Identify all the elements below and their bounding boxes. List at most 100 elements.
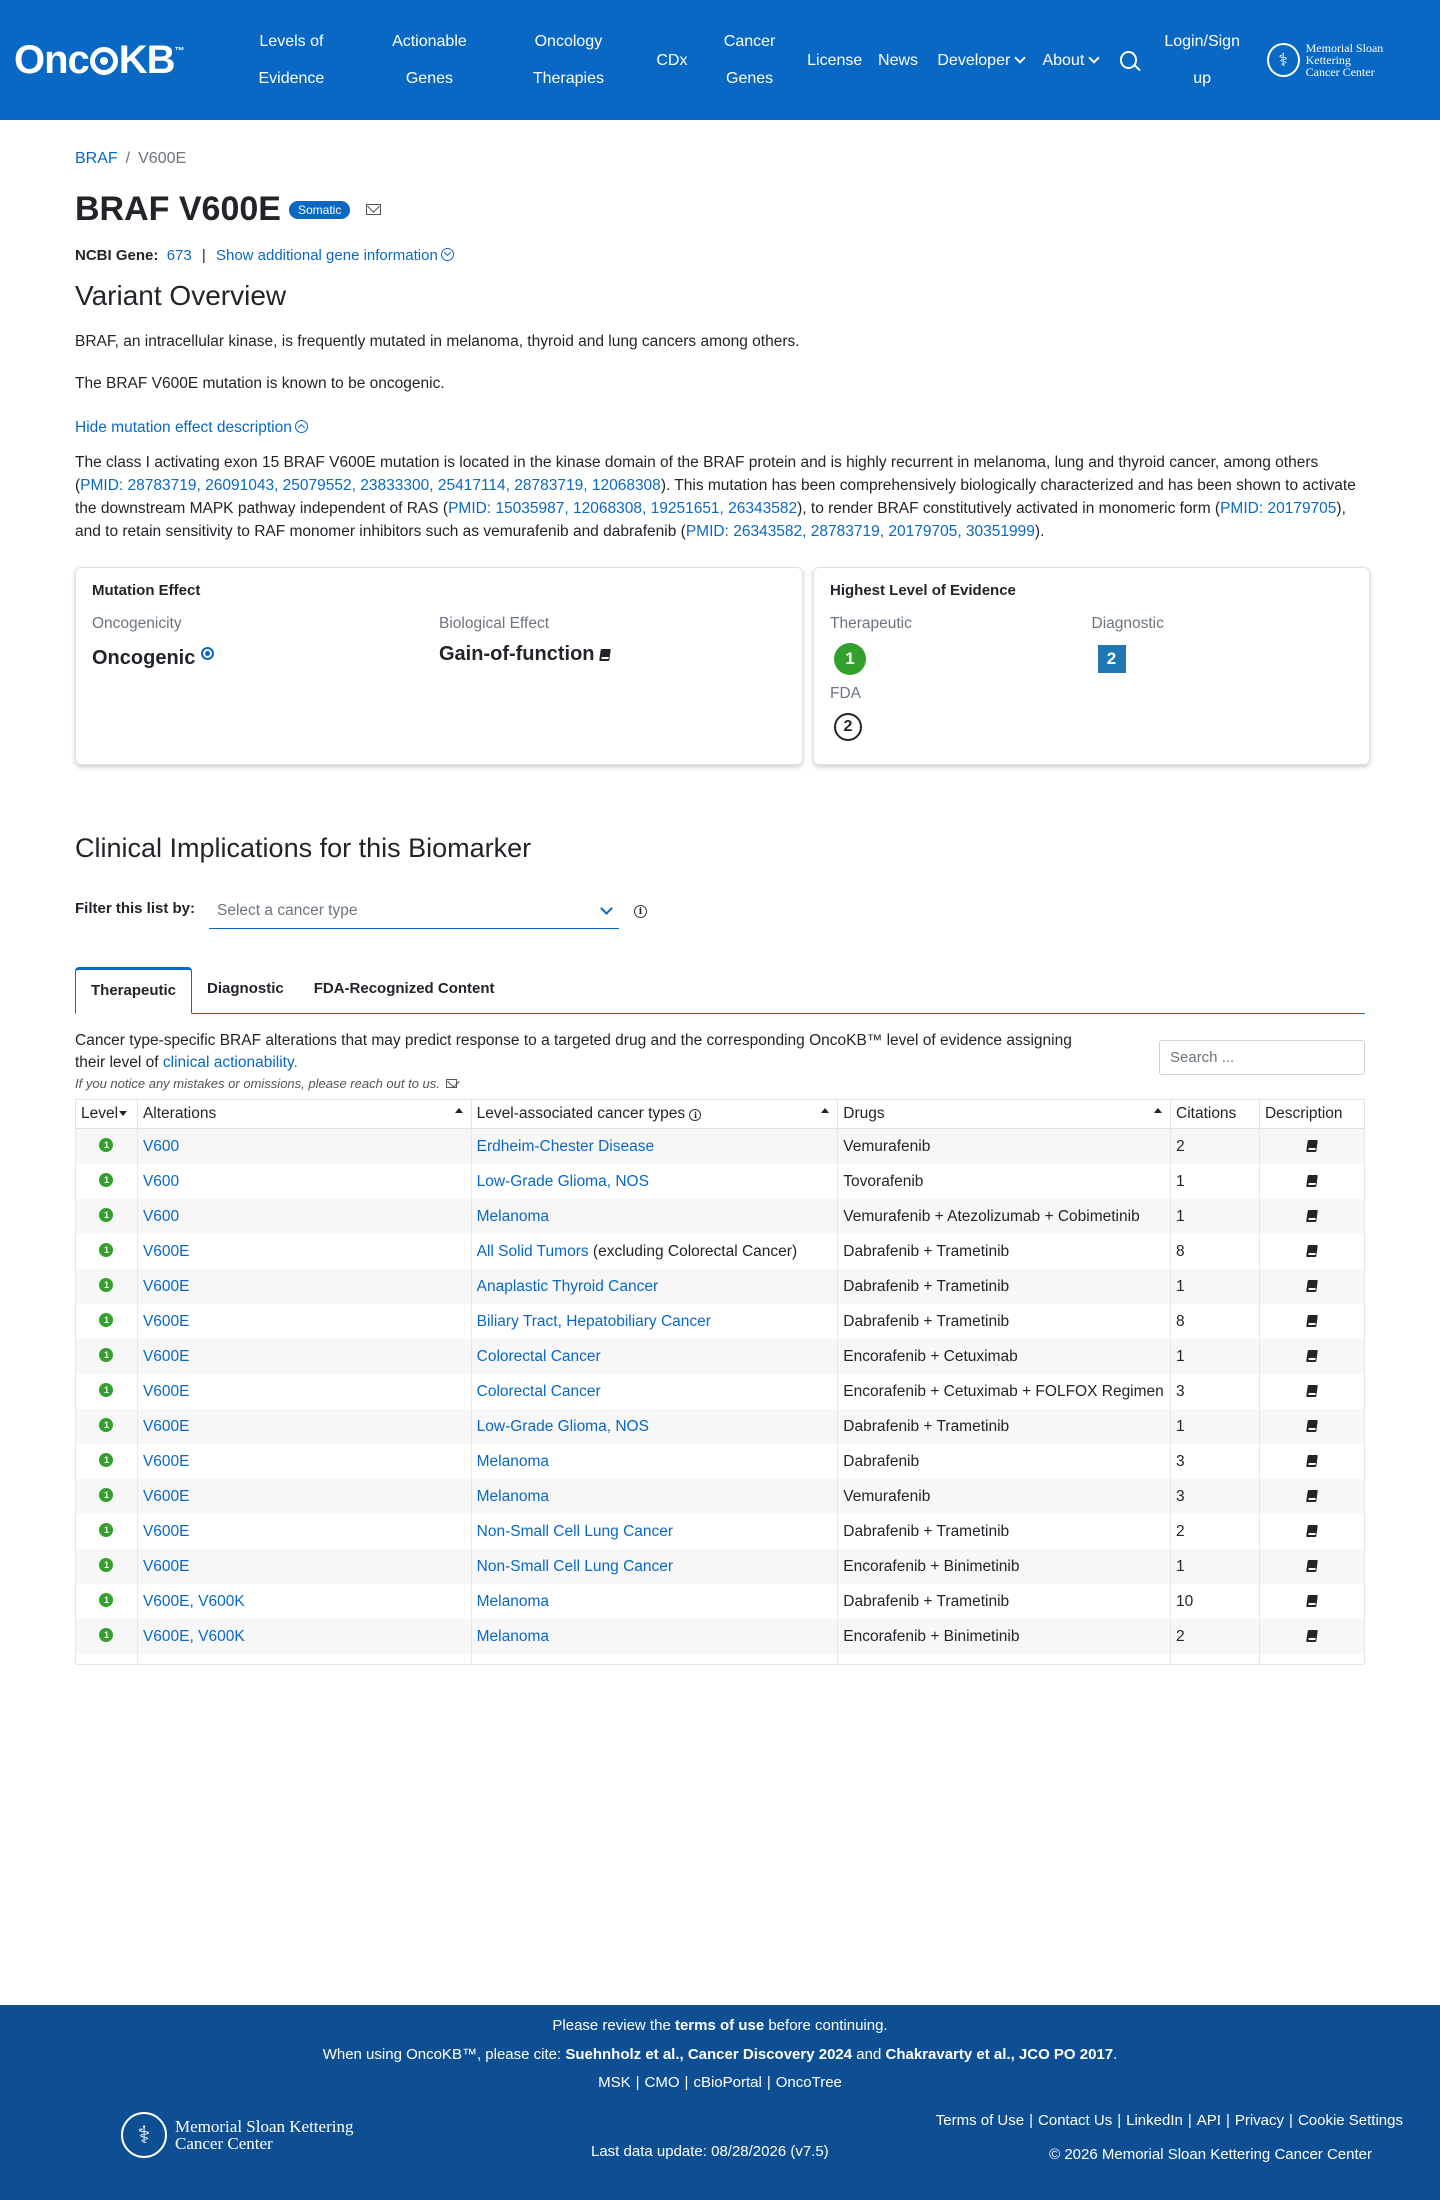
alteration-link[interactable]: V600E [143,1348,190,1365]
level-1-icon[interactable]: 1 [99,1558,114,1572]
book-icon[interactable] [1306,1175,1318,1187]
footer-link-cookie-settings[interactable]: Cookie Settings [1298,2112,1403,2129]
diagnostic-level-2-icon[interactable]: 2 [1097,645,1126,673]
citations-cell[interactable]: 1 [1170,1549,1260,1584]
cancer-type-link[interactable]: Colorectal Cancer [477,1383,601,1400]
oncokb-logo[interactable]: Onc KB ™ [14,38,221,83]
book-icon[interactable] [599,649,611,661]
col-level[interactable]: Level [75,1099,138,1129]
alteration-link[interactable]: V600E [143,1453,190,1470]
book-icon[interactable] [1306,1490,1318,1502]
alteration-link[interactable]: V600E, V600K [143,1593,245,1610]
nav-cdx[interactable]: CDx [640,42,704,79]
nav-about-dropdown[interactable]: About [1035,42,1106,79]
level-1-icon[interactable]: 1 [99,1453,114,1467]
pmid-link[interactable]: PMID: 26343582, 28783719, 20179705, 3035… [686,523,1035,540]
alteration-link[interactable]: V600E [143,1313,190,1330]
book-icon[interactable] [1306,1140,1318,1152]
level-1-icon[interactable]: 1 [99,1523,114,1537]
cancer-type-link[interactable]: Erdheim-Chester Disease [477,1138,654,1155]
book-icon[interactable] [1306,1420,1318,1432]
nav-news[interactable]: News [869,42,927,79]
cancer-type-link[interactable]: Non-Small Cell Lung Cancer [477,1558,673,1575]
cancer-type-link[interactable]: Low-Grade Glioma, NOS [477,1418,649,1435]
book-icon[interactable] [1306,1455,1318,1467]
col-citations[interactable]: Citations [1170,1099,1260,1129]
tab-fda-recognized-content[interactable]: FDA-Recognized Content [299,967,510,1013]
tab-therapeutic[interactable]: Therapeutic [75,967,193,1014]
citations-cell[interactable]: 1 [1170,1199,1260,1234]
citations-cell[interactable]: 1 [1170,1409,1260,1444]
alteration-link[interactable]: V600E [143,1278,190,1295]
mail-icon[interactable] [366,204,382,215]
alteration-link[interactable]: V600 [143,1208,179,1225]
footer-link-linkedin[interactable]: LinkedIn [1126,2112,1183,2129]
book-icon[interactable] [1306,1385,1318,1397]
level-1-icon[interactable]: 1 [99,1138,114,1152]
col-drugs[interactable]: Drugs [837,1099,1171,1129]
partner-link-cmo[interactable]: CMO [645,2074,680,2091]
footer-link-terms[interactable]: Terms of Use [936,2112,1024,2129]
level-1-icon[interactable]: 1 [99,1208,114,1222]
cancer-type-link[interactable]: Colorectal Cancer [477,1348,601,1365]
show-gene-info-toggle[interactable]: Show additional gene information [216,247,454,264]
cancer-type-link[interactable]: Anaplastic Thyroid Cancer [477,1278,659,1295]
info-icon[interactable]: i [634,905,648,918]
terms-of-use-link[interactable]: terms of use [675,2017,764,2034]
cancer-type-link[interactable]: Melanoma [477,1488,549,1505]
book-icon[interactable] [1306,1350,1318,1362]
cancer-type-link[interactable]: Melanoma [477,1208,549,1225]
citation-link-suehnholz[interactable]: Suehnholz et al., Cancer Discovery 2024 [565,2046,852,2063]
citations-cell[interactable]: 1 [1170,1339,1260,1374]
cancer-type-link[interactable]: Melanoma [477,1628,549,1645]
pmid-link[interactable]: PMID: 20179705 [1220,500,1336,517]
msk-logo[interactable]: ⚕ Memorial Sloan Kettering Cancer Center [1266,42,1426,78]
level-1-icon[interactable]: 1 [99,1243,114,1257]
pmid-link[interactable]: PMID: 28783719, 26091043, 25079552, 2383… [80,477,661,494]
level-1-icon[interactable]: 1 [99,1418,114,1432]
col-cancer-types[interactable]: Level-associated cancer types i [470,1099,839,1129]
citations-cell[interactable]: 10 [1170,1584,1260,1619]
citations-cell[interactable]: 3 [1170,1479,1260,1514]
info-icon[interactable]: i [689,1109,702,1121]
cancer-type-link[interactable]: Melanoma [477,1593,549,1610]
hide-mutation-effect-toggle[interactable]: Hide mutation effect description [75,419,308,436]
footer-link-privacy[interactable]: Privacy [1235,2112,1284,2129]
alteration-link[interactable]: V600 [143,1173,179,1190]
alteration-link[interactable]: V600E [143,1558,190,1575]
cancer-type-link[interactable]: Non-Small Cell Lung Cancer [477,1523,673,1540]
nav-license[interactable]: License [795,42,869,79]
table-search-input[interactable]: Search ... [1159,1040,1365,1075]
citations-cell[interactable]: 8 [1170,1304,1260,1339]
clinical-actionability-link[interactable]: clinical actionability. [163,1054,298,1071]
alteration-link[interactable]: V600E [143,1418,190,1435]
citations-cell[interactable]: 2 [1170,1514,1260,1549]
level-1-icon[interactable]: 1 [99,1278,114,1292]
pmid-link[interactable]: PMID: 15035987, 12068308, 19251651, 2634… [448,500,797,517]
nav-oncology-therapies[interactable]: Oncology Therapies [497,23,640,97]
alteration-link[interactable]: V600E [143,1523,190,1540]
breadcrumb-gene-link[interactable]: BRAF [75,150,118,167]
nav-developer-dropdown[interactable]: Developer [927,42,1035,79]
mail-icon[interactable] [445,1079,457,1088]
book-icon[interactable] [1306,1595,1318,1607]
citation-link-chakravarty[interactable]: Chakravarty et al., JCO PO 2017 [886,2046,1114,2063]
citations-cell[interactable]: 1 [1170,1164,1260,1199]
level-1-icon[interactable]: 1 [99,1313,114,1327]
alteration-link[interactable]: V600E [143,1488,190,1505]
nav-cancer-genes[interactable]: Cancer Genes [704,23,795,97]
level-1-icon[interactable]: 1 [99,1173,114,1187]
book-icon[interactable] [1306,1525,1318,1537]
book-icon[interactable] [1306,1280,1318,1292]
partner-link-msk[interactable]: MSK [598,2074,631,2091]
nav-login-signup[interactable]: Login/Sign up [1151,23,1253,97]
level-1-icon[interactable]: 1 [99,1383,114,1397]
col-alterations[interactable]: Alterations [136,1099,472,1129]
book-icon[interactable] [1306,1630,1318,1642]
alteration-link[interactable]: V600E [143,1383,190,1400]
alteration-link[interactable]: V600E [143,1243,190,1260]
book-icon[interactable] [1306,1315,1318,1327]
ncbi-gene-link[interactable]: 673 [167,247,192,264]
nav-actionable-genes[interactable]: Actionable Genes [362,23,497,97]
search-icon[interactable] [1119,51,1138,69]
